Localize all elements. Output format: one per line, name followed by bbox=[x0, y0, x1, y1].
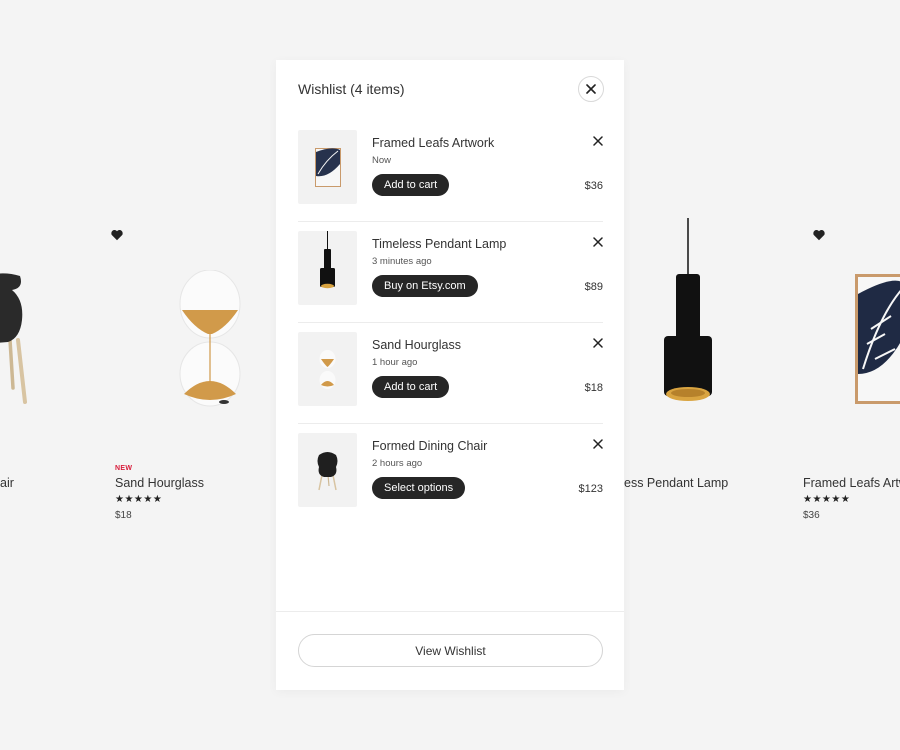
product-name[interactable]: Sand Hourglass bbox=[115, 476, 204, 490]
lamp-thumbnail-image bbox=[320, 231, 335, 289]
item-price: $18 bbox=[584, 382, 603, 394]
remove-item-icon[interactable] bbox=[593, 439, 603, 449]
heart-filled-icon[interactable] bbox=[110, 228, 124, 242]
add-to-cart-button[interactable]: Add to cart bbox=[372, 174, 450, 196]
remove-item-icon[interactable] bbox=[593, 136, 603, 146]
close-icon bbox=[586, 84, 596, 94]
item-added-time: 3 minutes ago bbox=[372, 256, 432, 267]
item-added-time: 1 hour ago bbox=[372, 357, 418, 368]
panel-title: Wishlist (4 items) bbox=[298, 81, 405, 97]
new-badge: NEW bbox=[115, 465, 133, 472]
wishlist-item: Formed Dining Chair 2 hours ago Select o… bbox=[298, 424, 603, 525]
artwork-image bbox=[855, 274, 900, 404]
item-name[interactable]: Timeless Pendant Lamp bbox=[372, 237, 506, 251]
wishlist-item: Framed Leafs Artwork Now Add to cart $36 bbox=[298, 121, 603, 222]
artwork-thumbnail-image bbox=[315, 148, 341, 187]
lamp-image bbox=[664, 218, 712, 401]
product-card-hourglass[interactable]: NEW Sand Hourglass ★★★★★ $18 bbox=[100, 220, 280, 530]
item-price: $123 bbox=[578, 483, 603, 495]
item-thumbnail[interactable] bbox=[298, 130, 357, 204]
product-price: $36 bbox=[803, 510, 820, 521]
item-name[interactable]: Sand Hourglass bbox=[372, 338, 461, 352]
product-card-artwork[interactable]: Framed Leafs Artw ★★★★★ $36 bbox=[790, 220, 900, 530]
add-to-cart-button[interactable]: Add to cart bbox=[372, 376, 450, 398]
footer-divider bbox=[276, 611, 624, 612]
product-name[interactable]: Framed Leafs Artw bbox=[803, 476, 900, 490]
buy-on-etsy-button[interactable]: Buy on Etsy.com bbox=[372, 275, 478, 297]
rating-stars: ★★★★★ bbox=[803, 494, 851, 505]
product-name[interactable]: ess Pendant Lamp bbox=[624, 476, 728, 490]
product-card-lamp[interactable]: ess Pendant Lamp bbox=[620, 218, 800, 530]
hourglass-image bbox=[179, 270, 241, 407]
item-name[interactable]: Formed Dining Chair bbox=[372, 439, 487, 453]
item-added-time: 2 hours ago bbox=[372, 458, 423, 469]
item-added-time: Now bbox=[372, 155, 392, 166]
item-price: $89 bbox=[584, 281, 603, 293]
wishlist-panel: Wishlist (4 items) Framed Leafs Artwork … bbox=[276, 60, 624, 690]
chair-image bbox=[0, 273, 27, 404]
close-button[interactable] bbox=[578, 76, 604, 102]
wishlist-item: Sand Hourglass 1 hour ago Add to cart $1… bbox=[298, 323, 603, 424]
product-card-chair[interactable]: air bbox=[0, 220, 100, 530]
view-wishlist-button[interactable]: View Wishlist bbox=[298, 634, 603, 667]
chair-thumbnail-image bbox=[317, 452, 338, 491]
product-name[interactable]: air bbox=[0, 476, 14, 490]
select-options-button[interactable]: Select options bbox=[372, 477, 466, 499]
item-thumbnail[interactable] bbox=[298, 231, 357, 305]
remove-item-icon[interactable] bbox=[593, 237, 603, 247]
item-thumbnail[interactable] bbox=[298, 433, 357, 507]
wishlist-item: Timeless Pendant Lamp 3 minutes ago Buy … bbox=[298, 222, 603, 323]
item-thumbnail[interactable] bbox=[298, 332, 357, 406]
heart-filled-icon[interactable] bbox=[812, 228, 826, 242]
item-name[interactable]: Framed Leafs Artwork bbox=[372, 136, 494, 150]
item-price: $36 bbox=[584, 180, 603, 192]
hourglass-thumbnail-image bbox=[319, 350, 336, 389]
rating-stars: ★★★★★ bbox=[115, 494, 163, 505]
product-price: $18 bbox=[115, 510, 132, 521]
remove-item-icon[interactable] bbox=[593, 338, 603, 348]
